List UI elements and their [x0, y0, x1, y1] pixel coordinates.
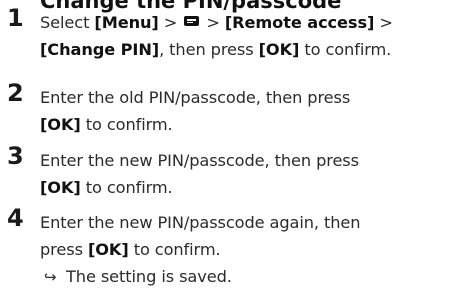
- text-fragment: to confirm.: [80, 115, 173, 134]
- menu-label: [Menu]: [94, 13, 159, 32]
- separator: >: [374, 13, 393, 32]
- separator: >: [158, 13, 183, 32]
- change-pin-label: [Change PIN]: [40, 40, 160, 59]
- result-arrow-icon: ↪: [44, 268, 57, 286]
- text-fragment: Select: [40, 13, 95, 32]
- ok-label: [OK]: [87, 240, 129, 259]
- step-text: Enter the new PIN/passcode again, then p…: [40, 209, 460, 291]
- text-fragment: to confirm.: [80, 178, 173, 197]
- result-line: ↪ The setting is saved.: [40, 263, 460, 291]
- step-line: Enter the new PIN/passcode, then press: [40, 151, 359, 170]
- step-text: Enter the old PIN/passcode, then press […: [40, 84, 460, 138]
- text-fragment: to confirm.: [299, 40, 392, 59]
- step-number: 3: [7, 142, 24, 170]
- text-fragment: press: [40, 240, 88, 259]
- text-fragment: to confirm.: [128, 240, 221, 259]
- step-line: Enter the new PIN/passcode again, then: [40, 213, 361, 232]
- result-text: The setting is saved.: [66, 267, 232, 286]
- phone-menu-icon: [184, 16, 200, 26]
- step-text: Select [Menu] > > [Remote access] > [Cha…: [40, 9, 460, 63]
- ok-label: [OK]: [258, 40, 300, 59]
- step-number: 1: [7, 4, 24, 32]
- step-line: [OK] to confirm.: [40, 111, 460, 138]
- step-line: [OK] to confirm.: [40, 174, 460, 201]
- step-line: press [OK] to confirm.: [40, 236, 460, 263]
- ok-label: [OK]: [40, 115, 81, 134]
- remote-access-label: [Remote access]: [224, 13, 375, 32]
- step-line: Enter the old PIN/passcode, then press: [40, 88, 351, 107]
- step-line: [Change PIN], then press [OK] to confirm…: [40, 36, 460, 63]
- text-fragment: , then press: [159, 40, 259, 59]
- step-text: Enter the new PIN/passcode, then press […: [40, 147, 460, 201]
- ok-label: [OK]: [40, 178, 81, 197]
- step-line: Select [Menu] > > [Remote access] >: [40, 9, 460, 36]
- separator: >: [201, 13, 225, 32]
- step-number: 4: [7, 204, 24, 232]
- step-number: 2: [7, 79, 24, 107]
